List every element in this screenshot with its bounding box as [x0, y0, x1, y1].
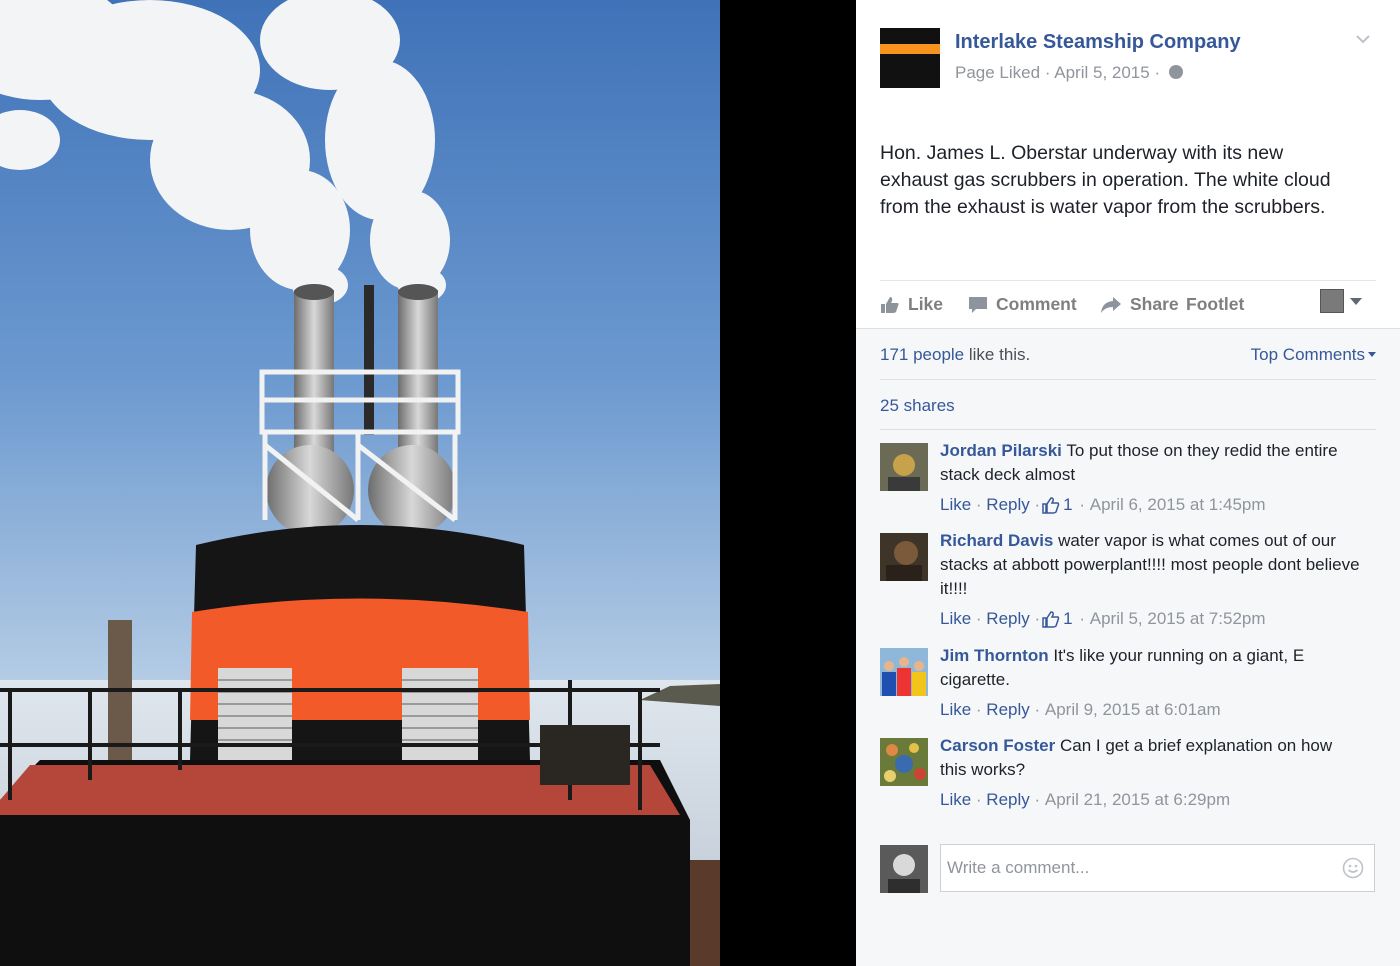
comment-body: Jordan Pilarski To put those on they red…: [940, 439, 1360, 517]
comment-like-link[interactable]: Like: [940, 607, 971, 631]
actor-selector[interactable]: [1320, 289, 1362, 313]
caret-down-icon: [1350, 297, 1362, 305]
comment-button[interactable]: Comment: [968, 294, 1077, 315]
comment-timestamp[interactable]: April 5, 2015 at 7:52pm: [1090, 607, 1266, 631]
comment-like-link[interactable]: Like: [940, 788, 971, 812]
commenter-name[interactable]: Richard Davis: [940, 531, 1053, 550]
page-logo[interactable]: [880, 28, 940, 88]
globe-icon: [1168, 65, 1183, 79]
commenter-avatar[interactable]: [880, 533, 928, 581]
thumbs-up-outline-icon: [1042, 610, 1060, 628]
comment-bubble-icon: [969, 296, 987, 313]
post-meta: Page Liked · April 5, 2015 ·: [955, 63, 1183, 83]
post-header: Interlake Steamship Company Page Liked ·…: [856, 0, 1400, 110]
post-date[interactable]: April 5, 2015: [1054, 63, 1149, 82]
thumbs-up-outline-icon: [1042, 496, 1060, 514]
logo-stripe: [880, 44, 940, 54]
comment-timestamp[interactable]: April 21, 2015 at 6:29pm: [1045, 788, 1230, 812]
share-label: Share: [1130, 294, 1179, 314]
commenter-avatar[interactable]: [880, 443, 928, 491]
share-arrow-icon: [1101, 296, 1121, 313]
commenter-avatar[interactable]: [880, 648, 928, 696]
divider: [880, 379, 1376, 380]
commenter-name[interactable]: Jim Thornton: [940, 646, 1049, 665]
top-comments-dropdown[interactable]: Top Comments: [1251, 345, 1376, 365]
post-message: Hon. James L. Oberstar underway with its…: [880, 142, 1331, 218]
post-photo[interactable]: [0, 0, 720, 966]
meta-separator: ·: [1154, 63, 1165, 82]
top-comments-label: Top Comments: [1250, 345, 1365, 364]
reaction-count: 1: [1063, 495, 1073, 514]
page-name-link[interactable]: Interlake Steamship Company: [955, 31, 1241, 54]
emoji-icon[interactable]: [1342, 857, 1364, 879]
likes-suffix: like this.: [964, 345, 1031, 364]
like-button[interactable]: Like: [880, 294, 943, 315]
actor-avatar: [1320, 289, 1344, 313]
thumbs-up-icon: [881, 296, 899, 313]
comment-reactions[interactable]: 1: [1042, 607, 1073, 631]
likes-summary: 171 people like this.: [880, 345, 1030, 365]
comment-body: Jim Thornton It's like your running on a…: [940, 644, 1360, 722]
comment-reply-link[interactable]: Reply: [986, 493, 1029, 517]
commenter-name[interactable]: Jordan Pilarski: [940, 441, 1062, 460]
comment-input-placeholder: Write a comment...: [947, 858, 1090, 877]
likes-count-link[interactable]: 171 people: [880, 345, 964, 364]
ship-stack-photo: [0, 0, 720, 966]
footlet-label: Footlet: [1186, 294, 1245, 314]
commenter-name[interactable]: Carson Foster: [940, 736, 1055, 755]
comment-reactions[interactable]: 1: [1042, 493, 1073, 517]
comment-label: Comment: [996, 294, 1077, 314]
divider: [880, 429, 1376, 430]
comment-body: Richard Davis water vapor is what comes …: [940, 529, 1360, 631]
comment-meta: Like · Reply · April 21, 2015 at 6:29pm: [940, 788, 1360, 812]
post-side-panel: Interlake Steamship Company Page Liked ·…: [856, 0, 1400, 966]
reaction-count: 1: [1063, 609, 1073, 628]
photo-viewer-gutter: [720, 0, 856, 966]
comment-body: Carson Foster Can I get a brief explanat…: [940, 734, 1360, 812]
footlet-button[interactable]: Footlet: [1186, 294, 1244, 315]
caret-down-icon: [1368, 352, 1376, 357]
current-user-avatar: [880, 845, 928, 893]
like-label: Like: [908, 294, 944, 314]
share-button[interactable]: Share: [1100, 294, 1179, 315]
comment-timestamp[interactable]: April 6, 2015 at 1:45pm: [1090, 493, 1266, 517]
page-liked-status: Page Liked: [955, 63, 1041, 82]
comment-meta: Like · Reply · 1 · April 6, 2015 at 1:45…: [940, 493, 1360, 517]
comment-meta: Like · Reply · 1 · April 5, 2015 at 7:52…: [940, 607, 1360, 631]
meta-separator: ·: [1044, 63, 1055, 82]
chevron-down-icon[interactable]: [1356, 32, 1370, 46]
comment-timestamp[interactable]: April 9, 2015 at 6:01am: [1045, 698, 1221, 722]
comment-reply-link[interactable]: Reply: [986, 698, 1029, 722]
comment-like-link[interactable]: Like: [940, 698, 971, 722]
feedback-section: 171 people like this. Top Comments 25 sh…: [856, 328, 1400, 966]
comment-input[interactable]: Write a comment...: [940, 844, 1375, 892]
commenter-avatar[interactable]: [880, 738, 928, 786]
shares-link[interactable]: 25 shares: [880, 396, 955, 416]
comment-composer: Write a comment...: [856, 833, 1400, 903]
comment-meta: Like · Reply · April 9, 2015 at 6:01am: [940, 698, 1360, 722]
comment-reply-link[interactable]: Reply: [986, 607, 1029, 631]
post-action-bar: Like Comment Share Footlet: [880, 280, 1376, 327]
comment-like-link[interactable]: Like: [940, 493, 971, 517]
comment-reply-link[interactable]: Reply: [986, 788, 1029, 812]
